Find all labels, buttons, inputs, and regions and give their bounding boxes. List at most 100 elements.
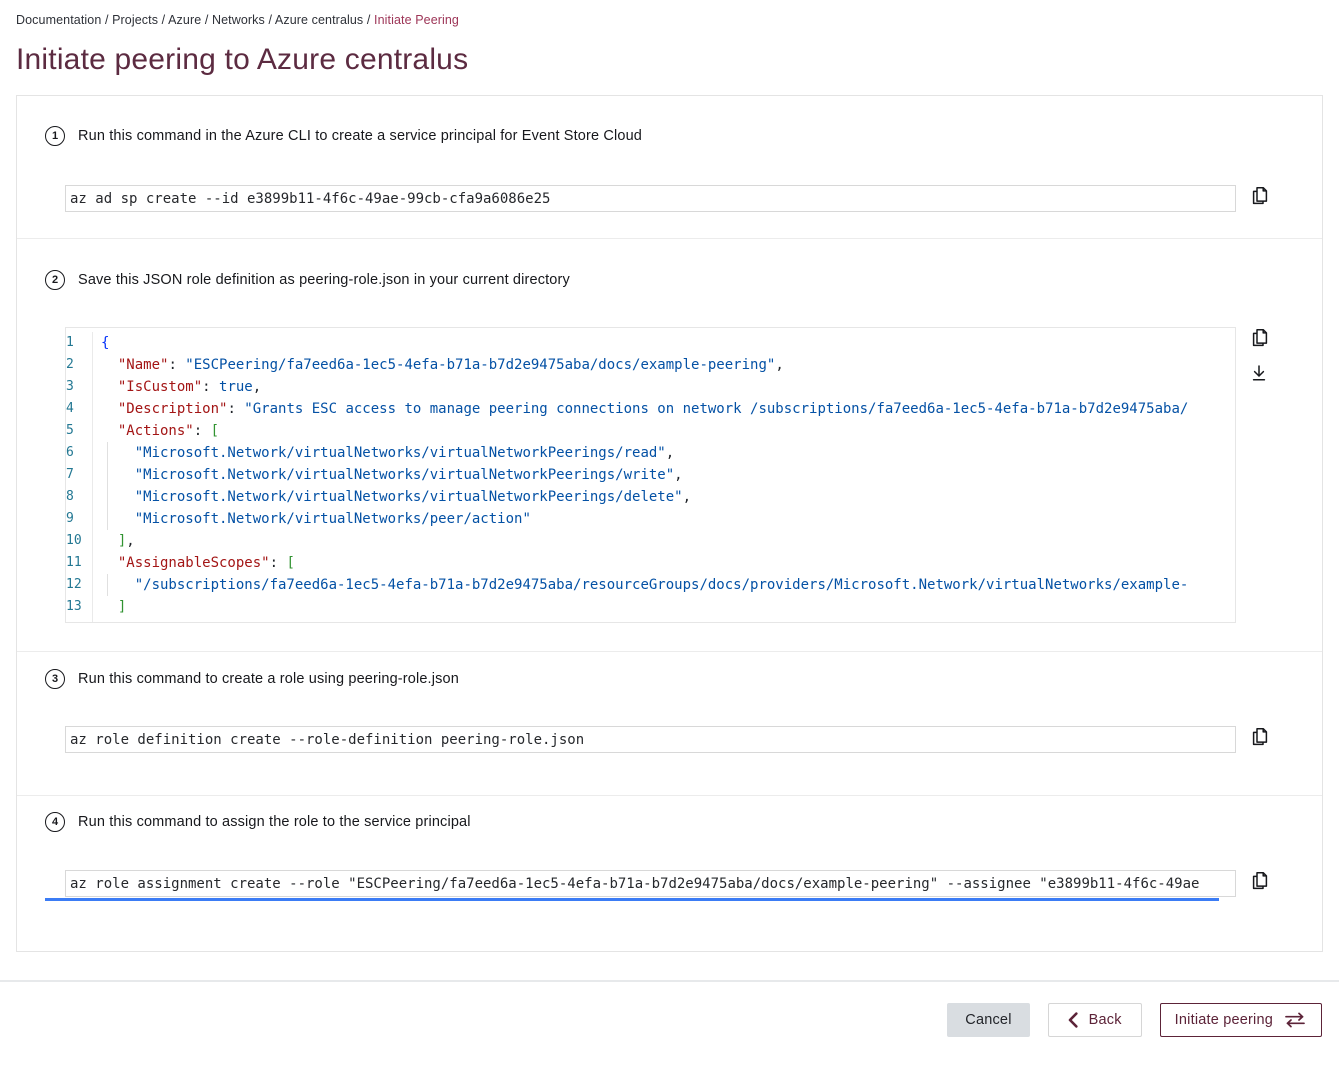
- step-2-code-row: 1{2 "Name": "ESCPeering/fa7eed6a-1ec5-4e…: [65, 327, 1294, 623]
- line-number: 6: [66, 442, 93, 464]
- horizontal-scrollbar[interactable]: [45, 898, 1219, 901]
- line-number: 1: [66, 332, 93, 354]
- json-editor-line: 14}: [66, 618, 1235, 623]
- json-editor-line: 1{: [66, 332, 1235, 354]
- step-4-code-row: [65, 870, 1294, 897]
- json-editor-line: 9 "Microsoft.Network/virtualNetworks/pee…: [66, 508, 1235, 530]
- json-editor-line: 7 "Microsoft.Network/virtualNetworks/vir…: [66, 464, 1235, 486]
- step-4-actions: [1236, 870, 1294, 891]
- step-3-copy-button[interactable]: [1249, 726, 1270, 747]
- line-number: 12: [66, 574, 93, 596]
- back-button[interactable]: Back: [1048, 1003, 1142, 1037]
- initiate-peering-button-label: Initiate peering: [1175, 1012, 1273, 1028]
- step-4-copy-button[interactable]: [1249, 870, 1270, 891]
- breadcrumb-link[interactable]: Documentation: [16, 13, 101, 27]
- breadcrumb-separator: /: [158, 13, 168, 27]
- indent-guide: [107, 442, 108, 464]
- code-line-content: ],: [93, 530, 135, 552]
- step-2-label: Save this JSON role definition as peerin…: [78, 272, 570, 288]
- step-3-code-row: [65, 726, 1294, 753]
- breadcrumb-link[interactable]: Azure centralus: [275, 13, 363, 27]
- json-editor-line: 11 "AssignableScopes": [: [66, 552, 1235, 574]
- line-number: 7: [66, 464, 93, 486]
- step-3: 3 Run this command to create a role usin…: [17, 651, 1322, 795]
- json-editor-line: 8 "Microsoft.Network/virtualNetworks/vir…: [66, 486, 1235, 508]
- step-2-download-button[interactable]: [1249, 362, 1269, 384]
- line-number: 5: [66, 420, 93, 442]
- json-editor-line: 2 "Name": "ESCPeering/fa7eed6a-1ec5-4efa…: [66, 354, 1235, 376]
- step-3-label: Run this command to create a role using …: [78, 671, 459, 687]
- code-line-content: {: [93, 332, 109, 354]
- step-3-header: 3 Run this command to create a role usin…: [45, 669, 1294, 689]
- code-line-content: "AssignableScopes": [: [93, 552, 295, 574]
- code-line-content: "Microsoft.Network/virtualNetworks/peer/…: [93, 508, 531, 530]
- cancel-button-label: Cancel: [965, 1012, 1011, 1028]
- step-2: 2 Save this JSON role definition as peer…: [17, 238, 1322, 651]
- back-button-label: Back: [1089, 1012, 1122, 1028]
- indent-guide: [107, 508, 108, 530]
- step-2-actions: [1236, 327, 1294, 384]
- step-3-actions: [1236, 726, 1294, 747]
- download-icon: [1249, 372, 1269, 387]
- breadcrumb-link[interactable]: Projects: [112, 13, 158, 27]
- step-4-header: 4 Run this command to assign the role to…: [45, 812, 1294, 832]
- cancel-button[interactable]: Cancel: [947, 1003, 1029, 1037]
- indent-guide: [107, 464, 108, 486]
- step-1-code-row: [65, 185, 1294, 212]
- breadcrumb-separator: /: [101, 13, 112, 27]
- step-3-command-input[interactable]: [65, 726, 1236, 753]
- line-number: 2: [66, 354, 93, 376]
- line-number: 8: [66, 486, 93, 508]
- json-editor-line: 13 ]: [66, 596, 1235, 618]
- breadcrumb-link[interactable]: Networks: [212, 13, 265, 27]
- step-4-number: 4: [45, 812, 65, 832]
- line-number: 14: [66, 618, 93, 623]
- breadcrumb-separator: /: [201, 13, 212, 27]
- code-line-content: "Description": "Grants ESC access to man…: [93, 398, 1188, 420]
- line-number: 11: [66, 552, 93, 574]
- steps-card: 1 Run this command in the Azure CLI to c…: [16, 95, 1323, 952]
- chevron-left-icon: [1068, 1012, 1078, 1028]
- step-1-copy-button[interactable]: [1249, 185, 1270, 206]
- code-line-content: "/subscriptions/fa7eed6a-1ec5-4efa-b71a-…: [93, 574, 1188, 596]
- code-line-content: "Actions": [: [93, 420, 219, 442]
- peering-arrows-icon: [1283, 1012, 1307, 1028]
- copy-icon: [1249, 194, 1270, 209]
- breadcrumb-separator: /: [265, 13, 275, 27]
- footer-actions: Cancel Back Initiate peering: [0, 982, 1339, 1037]
- step-4-command-input[interactable]: [65, 870, 1236, 897]
- line-number: 4: [66, 398, 93, 420]
- step-4-label: Run this command to assign the role to t…: [78, 814, 471, 830]
- copy-icon: [1249, 336, 1270, 351]
- breadcrumb: Documentation / Projects / Azure / Netwo…: [16, 13, 1323, 27]
- step-2-number: 2: [45, 270, 65, 290]
- line-number: 13: [66, 596, 93, 618]
- line-number: 9: [66, 508, 93, 530]
- step-1-label: Run this command in the Azure CLI to cre…: [78, 128, 642, 144]
- json-editor-line: 6 "Microsoft.Network/virtualNetworks/vir…: [66, 442, 1235, 464]
- step-2-header: 2 Save this JSON role definition as peer…: [45, 270, 1294, 290]
- step-1-command-input[interactable]: [65, 185, 1236, 212]
- copy-icon: [1249, 735, 1270, 750]
- step-1-actions: [1236, 185, 1294, 206]
- step-1-number: 1: [45, 126, 65, 146]
- json-editor-line: 4 "Description": "Grants ESC access to m…: [66, 398, 1235, 420]
- json-editor[interactable]: 1{2 "Name": "ESCPeering/fa7eed6a-1ec5-4e…: [65, 327, 1236, 623]
- code-line-content: "Microsoft.Network/virtualNetworks/virtu…: [93, 464, 683, 486]
- code-line-content: "Microsoft.Network/virtualNetworks/virtu…: [93, 486, 691, 508]
- line-number: 10: [66, 530, 93, 552]
- indent-guide: [107, 486, 108, 508]
- json-editor-line: 5 "Actions": [: [66, 420, 1235, 442]
- json-editor-lines: 1{2 "Name": "ESCPeering/fa7eed6a-1ec5-4e…: [66, 332, 1235, 623]
- step-2-copy-button[interactable]: [1249, 327, 1270, 348]
- step-1-header: 1 Run this command in the Azure CLI to c…: [45, 126, 1294, 146]
- breadcrumb-current: Initiate Peering: [374, 13, 459, 27]
- page-title: Initiate peering to Azure centralus: [16, 42, 1323, 78]
- breadcrumb-link[interactable]: Azure: [168, 13, 201, 27]
- code-line-content: }: [93, 618, 109, 623]
- step-4: 4 Run this command to assign the role to…: [17, 795, 1322, 951]
- indent-guide: [107, 574, 108, 596]
- code-line-content: "Microsoft.Network/virtualNetworks/virtu…: [93, 442, 674, 464]
- initiate-peering-button[interactable]: Initiate peering: [1160, 1003, 1322, 1037]
- json-editor-line: 3 "IsCustom": true,: [66, 376, 1235, 398]
